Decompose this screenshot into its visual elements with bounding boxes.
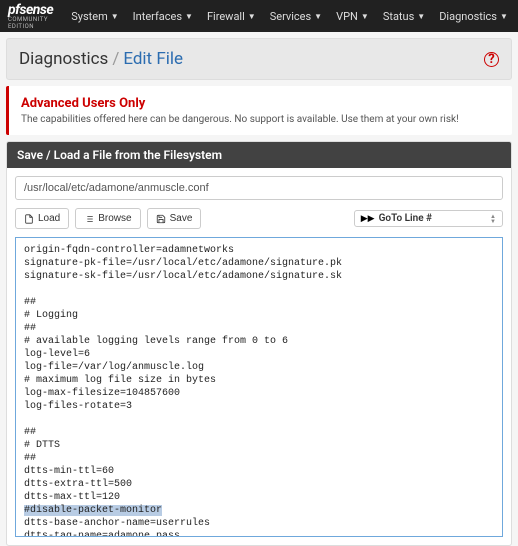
nav-firewall[interactable]: Firewall▼ — [201, 6, 262, 27]
toolbar: Load Browse Save ▶▶ GoTo Line # ▲▼ — [15, 208, 503, 229]
file-icon — [24, 214, 34, 224]
fast-forward-icon: ▶▶ — [361, 214, 375, 224]
logo-edition: COMMUNITY EDITION — [8, 16, 53, 30]
file-editor[interactable]: origin-fqdn-controller=adamnetworks sign… — [15, 237, 503, 537]
nav-interfaces[interactable]: Interfaces▼ — [127, 6, 199, 27]
breadcrumb-sub[interactable]: Edit File — [123, 49, 183, 69]
breadcrumb-main[interactable]: Diagnostics — [19, 49, 108, 69]
caret-icon: ▼ — [111, 12, 119, 21]
alert-title: Advanced Users Only — [21, 96, 500, 111]
caret-icon: ▼ — [500, 12, 508, 21]
save-icon — [156, 214, 166, 224]
goto-line-control[interactable]: ▶▶ GoTo Line # ▲▼ — [354, 210, 503, 227]
nav-diagnostics[interactable]: Diagnostics▼ — [433, 6, 514, 27]
nav-services[interactable]: Services▼ — [264, 6, 328, 27]
browse-button[interactable]: Browse — [75, 208, 140, 229]
list-icon — [84, 214, 94, 224]
caret-icon: ▼ — [248, 12, 256, 21]
breadcrumb: Diagnostics / Edit File ? — [6, 38, 512, 80]
number-spinner[interactable]: ▲▼ — [490, 214, 496, 224]
caret-icon: ▼ — [361, 12, 369, 21]
help-icon[interactable]: ? — [484, 52, 499, 67]
load-button[interactable]: Load — [15, 208, 69, 229]
nav-status[interactable]: Status▼ — [377, 6, 431, 27]
nav-menu: System▼ Interfaces▼ Firewall▼ Services▼ … — [65, 6, 518, 27]
nav-vpn[interactable]: VPN▼ — [330, 6, 375, 27]
top-navbar: pfsense COMMUNITY EDITION System▼ Interf… — [0, 0, 518, 32]
file-path-input[interactable] — [15, 176, 503, 200]
breadcrumb-separator: / — [112, 49, 119, 69]
nav-system[interactable]: System▼ — [65, 6, 124, 27]
goto-line-input[interactable] — [436, 213, 486, 224]
file-panel: Save / Load a File from the Filesystem L… — [6, 141, 512, 546]
panel-title: Save / Load a File from the Filesystem — [7, 142, 511, 168]
caret-icon: ▼ — [185, 12, 193, 21]
caret-icon: ▼ — [314, 12, 322, 21]
save-button[interactable]: Save — [147, 208, 202, 229]
warning-alert: Advanced Users Only The capabilities off… — [6, 86, 512, 135]
logo[interactable]: pfsense COMMUNITY EDITION — [8, 2, 53, 30]
alert-text: The capabilities offered here can be dan… — [21, 114, 500, 125]
goto-label: GoTo Line # — [379, 213, 432, 224]
caret-icon: ▼ — [417, 12, 425, 21]
